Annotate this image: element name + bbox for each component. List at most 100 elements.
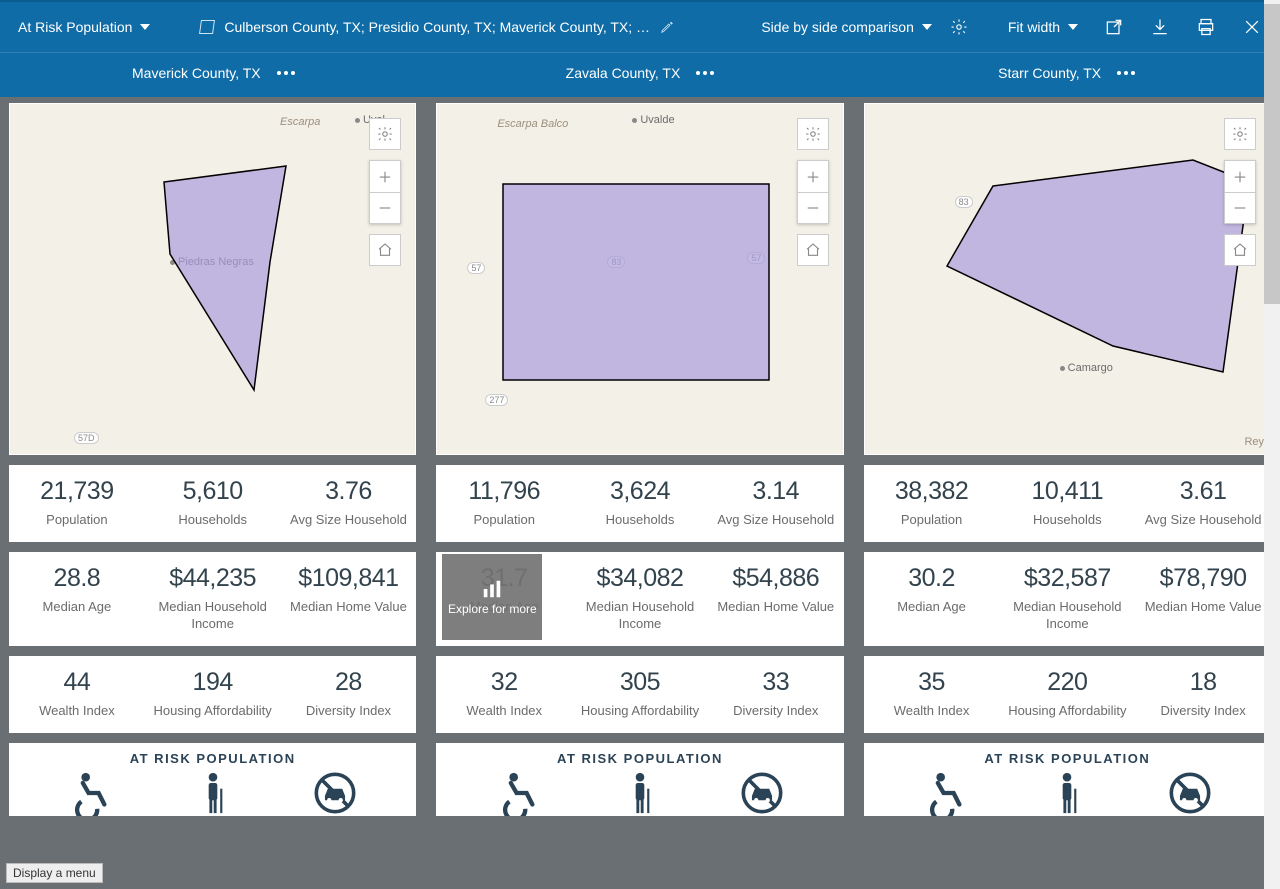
elderly-icon bbox=[190, 770, 236, 816]
fit-dropdown[interactable]: Fit width bbox=[1008, 19, 1078, 35]
settings-icon[interactable] bbox=[950, 18, 968, 36]
stat-row: 31.7 Median Age $34,082Median Household I… bbox=[436, 552, 843, 646]
column-title: Zavala County, TX bbox=[566, 65, 681, 81]
scrollbar-thumb[interactable] bbox=[1264, 4, 1280, 304]
stat-value: 3,624 bbox=[580, 477, 700, 506]
more-icon[interactable] bbox=[277, 71, 295, 75]
stat-label: Population bbox=[444, 512, 564, 528]
stat-cell: 21,739Population bbox=[9, 465, 145, 542]
elderly-icon bbox=[1044, 770, 1090, 816]
risk-section: AT RISK POPULATION bbox=[864, 743, 1271, 816]
stat-value: 28 bbox=[289, 668, 409, 697]
stat-cell: 38,382Population bbox=[864, 465, 1000, 542]
close-icon[interactable] bbox=[1242, 17, 1262, 37]
chevron-down-icon bbox=[922, 24, 932, 30]
stat-label: Median Home Value bbox=[1143, 599, 1263, 615]
county-polygon bbox=[501, 182, 771, 382]
stat-label: Households bbox=[580, 512, 700, 528]
stat-value: 31.7 bbox=[444, 564, 564, 593]
stat-value: 220 bbox=[1007, 668, 1127, 697]
zoom-group bbox=[797, 160, 829, 224]
toolbar-middle: Side by side comparison bbox=[761, 18, 968, 36]
no-vehicle-icon bbox=[1167, 770, 1213, 816]
stat-value: $109,841 bbox=[289, 564, 409, 593]
disability-icon bbox=[67, 770, 113, 816]
stat-value: $32,587 bbox=[1007, 564, 1127, 593]
export-icon[interactable] bbox=[1150, 17, 1170, 37]
stat-label: Median Household Income bbox=[153, 599, 273, 632]
stat-value: 30.2 bbox=[872, 564, 992, 593]
risk-section: AT RISK POPULATION bbox=[9, 743, 416, 816]
map-settings-button[interactable] bbox=[369, 118, 401, 150]
more-icon[interactable] bbox=[1117, 71, 1135, 75]
section-title: AT RISK POPULATION bbox=[864, 743, 1271, 766]
geography-display[interactable]: Culberson County, TX; Presidio County, T… bbox=[200, 19, 674, 35]
top-toolbar: At Risk Population Culberson County, TX;… bbox=[0, 0, 1280, 52]
stat-value: 305 bbox=[580, 668, 700, 697]
map-settings-button[interactable] bbox=[1224, 118, 1256, 150]
stat-cell: 35Wealth Index bbox=[864, 656, 1000, 733]
zoom-out-button[interactable] bbox=[369, 192, 401, 224]
elderly-icon bbox=[617, 770, 663, 816]
geography-text: Culberson County, TX; Presidio County, T… bbox=[224, 19, 650, 35]
comparison-column: Escarpa Uval 57D Piedras Negras 21,739Po… bbox=[9, 103, 416, 886]
view-mode-dropdown[interactable]: Side by side comparison bbox=[761, 19, 932, 35]
stat-row: 44Wealth Index 194Housing Affordability … bbox=[9, 656, 416, 733]
print-icon[interactable] bbox=[1196, 17, 1216, 37]
chevron-down-icon bbox=[1068, 24, 1078, 30]
map-panel[interactable]: Escarpa Uval 57D Piedras Negras bbox=[9, 103, 416, 455]
status-bar: Display a menu bbox=[6, 863, 103, 883]
stat-cell: 10,411Households bbox=[999, 465, 1135, 542]
comparison-column: 83 Camargo Rey 38,382Population 10,411Ho… bbox=[864, 103, 1271, 886]
stat-value: 194 bbox=[153, 668, 273, 697]
zoom-in-button[interactable] bbox=[369, 160, 401, 192]
zoom-out-button[interactable] bbox=[797, 192, 829, 224]
toolbar-right: Fit width bbox=[1008, 17, 1262, 37]
edit-icon[interactable] bbox=[660, 20, 674, 34]
stat-value: 35 bbox=[872, 668, 992, 697]
home-extent-button[interactable] bbox=[797, 234, 829, 266]
stat-label: Diversity Index bbox=[716, 703, 836, 719]
risk-icons bbox=[436, 766, 843, 816]
template-dropdown[interactable]: At Risk Population bbox=[18, 19, 150, 35]
more-icon[interactable] bbox=[696, 71, 714, 75]
template-name: At Risk Population bbox=[18, 19, 132, 35]
stat-label: Wealth Index bbox=[444, 703, 564, 719]
disability-icon bbox=[495, 770, 541, 816]
fit-label: Fit width bbox=[1008, 19, 1060, 35]
stat-cell: 3.14Avg Size Household bbox=[708, 465, 844, 542]
stat-label: Population bbox=[872, 512, 992, 528]
county-polygon bbox=[160, 162, 290, 392]
stat-cell: 28 Diversity Index bbox=[281, 656, 417, 733]
column-header: Maverick County, TX bbox=[0, 65, 427, 81]
map-panel[interactable]: Escarpa Balco Uvalde 57 83 57 277 bbox=[436, 103, 843, 455]
stat-cell: 11,796Population bbox=[436, 465, 572, 542]
map-panel[interactable]: 83 Camargo Rey bbox=[864, 103, 1271, 455]
zoom-in-button[interactable] bbox=[1224, 160, 1256, 192]
chevron-down-icon bbox=[140, 24, 150, 30]
stat-value: 3.14 bbox=[716, 477, 836, 506]
stat-value: 32 bbox=[444, 668, 564, 697]
vertical-scrollbar[interactable] bbox=[1264, 0, 1280, 889]
stat-label: Median Age bbox=[444, 599, 564, 615]
map-settings-button[interactable] bbox=[797, 118, 829, 150]
stat-value: 3.61 bbox=[1143, 477, 1263, 506]
home-extent-button[interactable] bbox=[369, 234, 401, 266]
no-vehicle-icon bbox=[739, 770, 785, 816]
stat-value: $44,235 bbox=[153, 564, 273, 593]
section-title: AT RISK POPULATION bbox=[436, 743, 843, 766]
view-mode-label: Side by side comparison bbox=[761, 19, 914, 35]
stat-row: 35Wealth Index 220Housing Affordability … bbox=[864, 656, 1271, 733]
map-city-label: Uvalde bbox=[632, 114, 674, 126]
stat-label: Diversity Index bbox=[289, 703, 409, 719]
home-extent-button[interactable] bbox=[1224, 234, 1256, 266]
share-icon[interactable] bbox=[1104, 17, 1124, 37]
zoom-out-button[interactable] bbox=[1224, 192, 1256, 224]
risk-section: AT RISK POPULATION bbox=[436, 743, 843, 816]
map-road-label: 57 bbox=[467, 262, 485, 274]
zoom-in-button[interactable] bbox=[797, 160, 829, 192]
stat-cell: $34,082Median Household Income bbox=[572, 552, 708, 646]
column-header: Starr County, TX bbox=[853, 65, 1280, 81]
stat-label: Housing Affordability bbox=[580, 703, 700, 719]
stat-label: Median Home Value bbox=[289, 599, 409, 615]
